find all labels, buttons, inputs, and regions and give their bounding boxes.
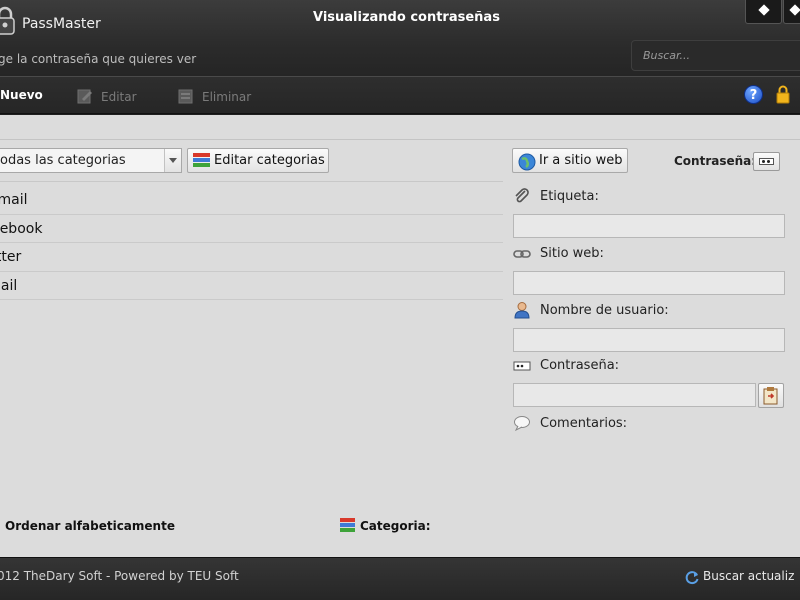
link-icon [513,250,531,258]
delete-label: Eliminar [202,90,252,104]
password-field[interactable] [513,383,756,407]
goto-website-label: Ir a sitio web [539,153,623,168]
comments-field-label: Comentarios: [540,416,628,431]
goto-website-button[interactable]: Ir a sitio web [512,148,628,173]
delete-icon [178,89,193,104]
website-field-label: Sitio web: [540,246,604,261]
edit-label: Editar [101,90,137,104]
diamond-icon [758,4,770,16]
list-item[interactable]: cebook [0,215,503,243]
new-label: Nuevo [0,88,43,102]
status-bar: 012 TheDary Soft - Powered by TEU Soft B… [0,557,800,600]
website-field[interactable] [513,271,785,295]
entry-label: cebook [0,220,43,237]
entries-list: tmail cebook itter nail [0,186,503,300]
search-input[interactable] [632,41,800,70]
username-field[interactable] [513,328,785,352]
copyright-text: 012 TheDary Soft - Powered by TEU Soft [0,569,239,583]
password-field-label: Contraseña: [540,358,620,373]
refresh-icon [685,571,699,585]
window-controls [745,0,800,24]
lock-icon[interactable] [776,85,790,104]
label-field[interactable] [513,214,785,238]
restore-button[interactable] [745,0,782,24]
edit-categories-label: Editar categorias [214,153,325,168]
username-field-label: Nombre de usuario: [540,303,669,318]
edit-categories-button[interactable]: Editar categorias [187,148,329,173]
diamond-icon [789,4,800,16]
title-bar: PassMaster Visualizando contraseñas ge l… [0,0,800,76]
edit-icon [77,89,92,104]
password-visibility-label: Contraseña: [674,154,757,168]
show-password-toggle[interactable] [753,152,780,171]
divider [0,139,800,140]
toolbar: Nuevo Editar Eliminar ? [0,76,800,114]
entry-label: tmail [0,192,28,208]
globe-icon [518,153,536,171]
copy-password-button[interactable] [758,383,784,408]
check-updates-link[interactable]: Buscar actualiz [703,569,794,583]
divider [0,181,503,182]
category-label: Categoria: [360,519,431,533]
comment-icon [514,416,530,432]
list-item[interactable]: itter [0,243,503,272]
category-select-value: odas las categorias [0,153,126,168]
help-icon[interactable]: ? [744,85,763,104]
list-item[interactable]: nail [0,272,503,300]
entry-label: nail [0,277,18,294]
app-name: PassMaster [22,16,101,32]
search-box [631,40,800,71]
paperclip-icon [515,188,529,203]
subtitle-hint: ge la contraseña que quieres ver [0,52,197,66]
window-title: Visualizando contraseñas [313,10,500,25]
delete-button[interactable]: Eliminar [178,88,251,104]
password-icon [513,361,531,371]
categories-icon [193,153,210,167]
categories-icon [340,518,355,532]
main-panel: odas las categorias Editar categorias Ir… [0,115,800,557]
sort-alphabetically-option[interactable]: Ordenar alfabeticamente [5,519,175,533]
chevron-down-icon[interactable] [164,149,181,172]
list-item[interactable]: tmail [0,186,503,215]
category-select[interactable]: odas las categorias [0,148,182,173]
entry-label: itter [0,249,22,265]
user-icon [514,302,530,319]
label-field-label: Etiqueta: [540,189,599,204]
new-button[interactable]: Nuevo [0,88,43,102]
edit-button[interactable]: Editar [77,88,137,104]
padlock-logo-icon [0,6,15,35]
password-dots-icon [759,158,774,165]
close-button[interactable] [783,0,800,24]
clipboard-icon [763,387,778,405]
